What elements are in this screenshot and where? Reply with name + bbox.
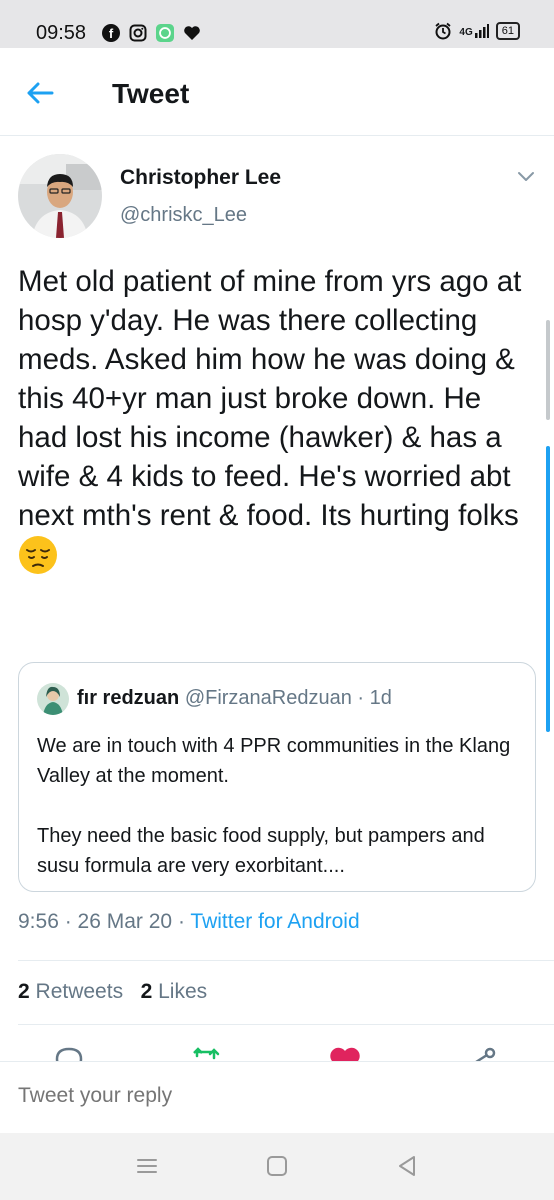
chevron-down-icon [518,172,534,181]
back-nav-button[interactable] [392,1153,422,1179]
share-icon [475,1047,496,1062]
retweets-stat[interactable]: 2 Retweets [18,980,123,1003]
quoted-age: 1d [369,687,392,709]
alarm-icon [434,22,452,40]
quoted-author-name: fır redzuan [77,687,180,709]
battery-indicator: 61 [495,22,520,40]
quoted-text: We are in touch with 4 PPR communities i… [37,731,527,881]
tweet-date: 26 Mar 20 [77,910,173,933]
status-time: 09:58 [36,22,87,44]
likes-count: 2 [140,980,153,1003]
meta-separator: · [172,910,191,933]
quoted-author-handle: @FirzanaRedzuan [184,687,352,709]
arrow-left-icon [27,82,54,104]
divider [18,1024,554,1025]
author-handle[interactable]: @chriskc_Lee [120,204,247,227]
triangle-back-icon [399,1156,415,1176]
status-bar: 09:58 f 4G 61 [0,0,554,48]
quoted-header: fır redzuan @FirzanaRedzuan · 1d [77,687,392,710]
page-title: Tweet [112,78,190,109]
retweet-icon [193,1047,220,1060]
tweet-text: Met old patient of mine from yrs ago at … [18,265,522,532]
reply-input[interactable] [18,1084,518,1108]
tweet-options-button[interactable] [514,166,538,186]
reply-button[interactable] [52,1044,86,1062]
message-icon [156,24,174,42]
meta-separator: · [58,910,78,933]
reply-icon [55,1047,83,1062]
system-navigation-bar [0,1133,554,1200]
menu-icon [137,1159,157,1173]
author-avatar[interactable] [18,154,102,238]
reply-bar [0,1061,554,1133]
tweet-stats: 2 Retweets 2 Likes [18,980,207,1004]
signal-4g-icon: 4G [459,24,489,38]
network-type: 4G [459,27,473,38]
divider [18,960,554,961]
instagram-icon [129,24,147,42]
system-icons: 4G 61 [434,22,520,40]
heart-filled-icon [330,1047,360,1062]
scrollbar-thumb[interactable] [546,446,550,732]
share-button[interactable] [466,1044,500,1062]
tweet-time: 9:56 [18,910,59,933]
quoted-paragraph: We are in touch with 4 PPR communities i… [37,735,511,787]
notification-icons: f [102,24,201,42]
back-button[interactable] [22,78,58,108]
retweets-count: 2 [18,980,30,1003]
tweet-source-link[interactable]: Twitter for Android [190,910,359,933]
quoted-tweet[interactable]: fır redzuan @FirzanaRedzuan · 1d We are … [18,662,536,892]
quoted-paragraph: They need the basic food supply, but pam… [37,825,485,877]
square-icon [267,1156,287,1176]
likes-stat[interactable]: 2 Likes [141,980,208,1003]
retweets-label: Retweets [35,980,124,1003]
like-button[interactable] [328,1044,362,1062]
facebook-icon: f [102,24,120,42]
home-button[interactable] [262,1153,292,1179]
author-name[interactable]: Christopher Lee [120,166,281,190]
tweet-actions [0,1036,554,1062]
scrollbar-track[interactable] [546,320,550,420]
app-header: Tweet [0,48,554,136]
tweet-body: Met old patient of mine from yrs ago at … [18,262,534,579]
pensive-face-icon [18,535,58,575]
quoted-separator: · [351,687,370,709]
likes-label: Likes [158,980,208,1003]
heart-icon [183,24,201,42]
svg-text:f: f [109,26,114,41]
retweet-button[interactable] [190,1044,224,1062]
tweet-meta: 9:56 · 26 Mar 20 · Twitter for Android [18,910,360,934]
quoted-author-avatar [37,683,69,715]
menu-button[interactable] [132,1153,162,1179]
